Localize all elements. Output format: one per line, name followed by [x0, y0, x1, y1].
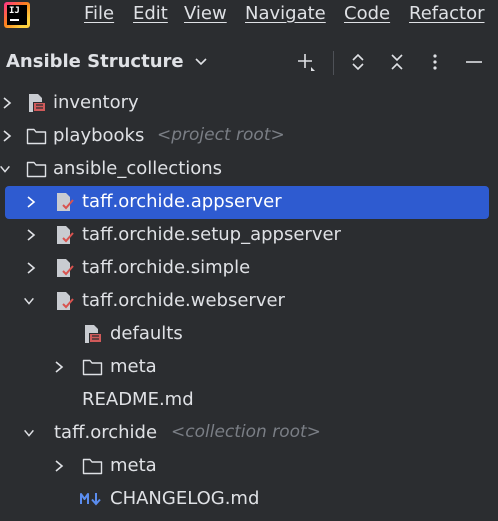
- toolwindow-title[interactable]: Ansible Structure: [6, 51, 208, 72]
- chevron-down-icon[interactable]: [22, 425, 36, 441]
- ansible-collection-icon: [57, 259, 74, 277]
- tree-row-label: taff.orchide.setup_appserver: [82, 224, 341, 245]
- menu-edit[interactable]: Edit: [133, 3, 168, 24]
- menu-bar: IJ File Edit View Navigate Code Refactor: [0, 0, 498, 32]
- collapse-all-icon[interactable]: [387, 52, 407, 72]
- expand-all-icon[interactable]: [348, 52, 368, 72]
- menu-view[interactable]: View: [184, 3, 227, 24]
- menu-file[interactable]: File: [84, 3, 114, 24]
- chevron-right-icon[interactable]: [24, 260, 38, 276]
- tree-row-meta[interactable]: meta: [0, 450, 498, 483]
- tree-row-defaults[interactable]: defaults: [0, 318, 498, 351]
- minimize-icon[interactable]: [464, 52, 484, 72]
- collection-root-hint: <collection root>: [171, 422, 321, 442]
- tree-row-label: CHANGELOG.md: [110, 488, 260, 509]
- tree-row-taff-orchide-setup-appserver[interactable]: taff.orchide.setup_appserver: [0, 219, 498, 252]
- ansible-file-icon: [29, 94, 46, 112]
- tree-row-taff-orchide-simple[interactable]: taff.orchide.simple: [0, 252, 498, 285]
- tree-row-playbooks[interactable]: playbooks <project root>: [0, 120, 498, 153]
- chevron-right-icon[interactable]: [52, 359, 66, 375]
- intellij-logo-icon[interactable]: IJ: [4, 2, 30, 28]
- folder-icon: [26, 161, 47, 178]
- chevron-right-icon[interactable]: [52, 458, 66, 474]
- tree-row-label: taff.orchide: [54, 422, 158, 443]
- chevron-right-icon[interactable]: [0, 95, 14, 111]
- tree-row-label: inventory: [53, 92, 139, 113]
- ansible-file-icon: [85, 325, 102, 343]
- ansible-collection-icon: [57, 193, 74, 211]
- chevron-right-icon[interactable]: [24, 194, 38, 210]
- ansible-collection-icon: [57, 226, 74, 244]
- tree-row-taff-orchide-webserver[interactable]: taff.orchide.webserver: [0, 285, 498, 318]
- tree-row-label: taff.orchide.webserver: [82, 290, 285, 311]
- chevron-right-icon[interactable]: [24, 227, 38, 243]
- more-options-icon[interactable]: [425, 52, 445, 72]
- menu-code[interactable]: Code: [344, 3, 390, 24]
- tree-row-label: README.md: [82, 389, 194, 410]
- tree-row-label: ansible_collections: [53, 158, 223, 179]
- chevron-right-icon[interactable]: [0, 128, 14, 144]
- tree-row-label: taff.orchide.simple: [82, 257, 251, 278]
- tree-row-label: taff.orchide.appserver: [82, 191, 282, 212]
- folder-icon: [82, 359, 103, 376]
- folder-icon: [82, 458, 103, 475]
- tree-row-label: defaults: [110, 323, 183, 344]
- chevron-down-icon[interactable]: [0, 161, 12, 177]
- chevron-down-icon[interactable]: [22, 293, 36, 309]
- markdown-icon: [80, 493, 101, 506]
- tree-row-label: meta: [110, 455, 157, 476]
- tree-row-changelog[interactable]: CHANGELOG.md: [0, 483, 498, 516]
- toolwindow-header: Ansible Structure: [0, 44, 498, 80]
- tree-row-meta[interactable]: meta: [0, 351, 498, 384]
- menu-refactor[interactable]: Refactor: [409, 3, 485, 24]
- toolbar-separator: [333, 51, 334, 75]
- ansible-collection-icon: [57, 292, 74, 310]
- folder-icon: [26, 128, 47, 145]
- chevron-down-icon: [195, 58, 207, 66]
- tree-row-readme[interactable]: README.md: [0, 384, 498, 417]
- tree-row-taff-orchide-appserver[interactable]: taff.orchide.appserver: [5, 186, 489, 219]
- tree-row-inventory[interactable]: inventory: [0, 87, 498, 120]
- tree-row-label: meta: [110, 356, 157, 377]
- menu-navigate[interactable]: Navigate: [245, 3, 326, 24]
- tree-row-ansible-collections[interactable]: ansible_collections: [0, 153, 498, 186]
- tree-row-label: playbooks: [53, 125, 145, 146]
- tree-row-taff-orchide[interactable]: taff.orchide <collection root>: [0, 417, 498, 450]
- add-icon[interactable]: [296, 52, 316, 72]
- project-root-hint: <project root>: [157, 125, 285, 145]
